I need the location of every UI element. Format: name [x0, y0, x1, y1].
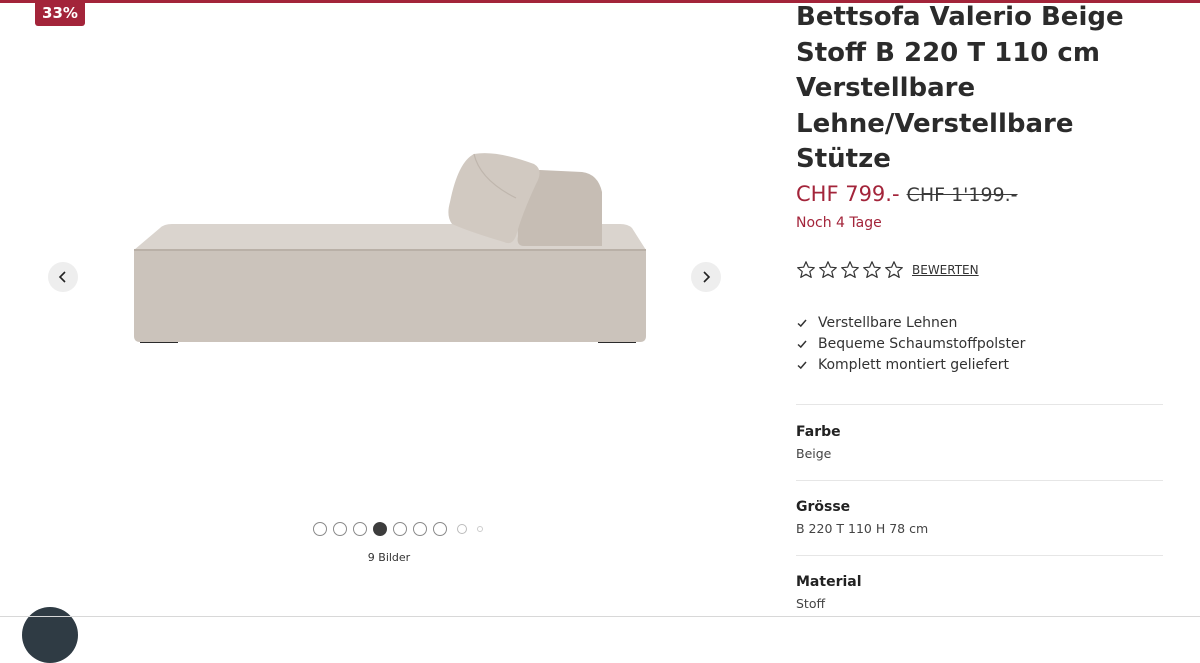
attr-value-size: B 220 T 110 H 78 cm [796, 521, 929, 536]
star-icon[interactable] [884, 260, 904, 280]
divider [796, 404, 1163, 405]
attr-value-color: Beige [796, 446, 832, 461]
rating-stars[interactable] [796, 260, 906, 280]
sale-countdown: Noch 4 Tage [796, 215, 882, 231]
feature-list: Verstellbare Lehnen Bequeme Schaumstoffpo… [796, 312, 1025, 375]
star-icon[interactable] [796, 260, 816, 280]
product-title: Bettsofa Valerio Beige Stoff B 220 T 110… [796, 2, 1124, 174]
old-price: CHF 1'199.- [906, 184, 1018, 206]
check-icon [797, 361, 807, 369]
attr-label-color: Farbe [796, 424, 841, 440]
prev-image-button[interactable] [48, 262, 78, 292]
feature-item: Verstellbare Lehnen [796, 312, 1025, 333]
attr-label-material: Material [796, 574, 862, 590]
product-image[interactable] [120, 140, 660, 365]
pagination-dot[interactable] [433, 522, 447, 536]
attr-value-material: Stoff [796, 596, 826, 611]
attr-label-size: Grösse [796, 499, 851, 515]
gallery-pagination [313, 520, 489, 538]
feature-text: Verstellbare Lehnen [818, 314, 958, 331]
divider [796, 480, 1163, 481]
divider [796, 555, 1163, 556]
star-icon[interactable] [862, 260, 882, 280]
feature-item: Komplett montiert geliefert [796, 354, 1025, 375]
pagination-dot[interactable] [353, 522, 367, 536]
pagination-dot[interactable] [313, 522, 327, 536]
star-icon[interactable] [840, 260, 860, 280]
feature-text: Bequeme Schaumstoffpolster [818, 335, 1026, 352]
image-count: 9 Bilder [367, 551, 411, 564]
rate-link[interactable]: BEWERTEN [912, 263, 979, 277]
check-icon [797, 340, 807, 348]
pagination-dot[interactable] [393, 522, 407, 536]
discount-badge: 33% [35, 0, 85, 26]
pagination-dot[interactable] [373, 522, 387, 536]
product-gallery: 9 Bilder [0, 0, 780, 617]
pagination-dot[interactable] [477, 526, 483, 532]
feature-item: Bequeme Schaumstoffpolster [796, 333, 1025, 354]
pagination-dot[interactable] [333, 522, 347, 536]
pagination-dot[interactable] [457, 524, 467, 534]
check-icon [797, 319, 807, 327]
next-image-button[interactable] [691, 262, 721, 292]
current-price: CHF 799.- [796, 182, 900, 206]
pagination-dot[interactable] [413, 522, 427, 536]
price-row: CHF 799.- CHF 1'199.- [796, 182, 1018, 206]
chevron-left-icon [58, 271, 66, 283]
star-icon[interactable] [818, 260, 838, 280]
feature-text: Komplett montiert geliefert [818, 356, 1009, 373]
rating-row: BEWERTEN [796, 260, 979, 280]
chevron-right-icon [703, 271, 711, 283]
